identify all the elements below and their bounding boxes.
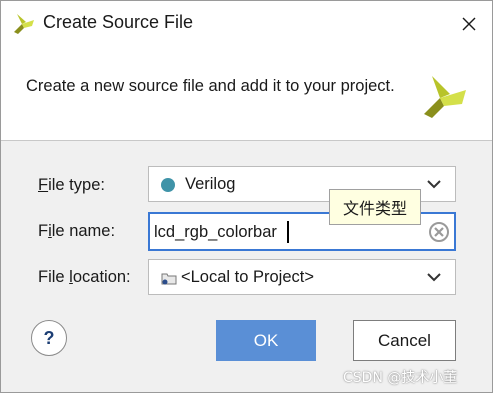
text-caret xyxy=(287,221,289,243)
file-name-label-text: le name: xyxy=(51,222,116,240)
file-location-label: File location: xyxy=(38,268,131,287)
file-name-value: lcd_rgb_colorbar xyxy=(154,223,277,241)
file-location-label-pre: File xyxy=(38,268,70,286)
window-title: Create Source File xyxy=(43,12,194,32)
clear-icon[interactable] xyxy=(428,221,450,243)
chevron-down-icon xyxy=(427,273,441,282)
cancel-button[interactable]: Cancel xyxy=(353,320,456,361)
vivado-logo-icon xyxy=(14,14,34,34)
file-name-label-pre: F xyxy=(38,222,49,240)
ok-button[interactable]: OK xyxy=(216,320,316,361)
file-type-tooltip: 文件类型 xyxy=(329,189,421,225)
file-location-value: <Local to Project> xyxy=(181,268,314,286)
file-type-label: File type: xyxy=(38,176,105,195)
file-type-label-text: ile type: xyxy=(48,176,105,194)
chevron-down-icon xyxy=(427,180,441,189)
folder-icon xyxy=(161,273,177,285)
close-button[interactable] xyxy=(446,1,492,46)
create-source-file-dialog: Create Source File Create a new source f… xyxy=(0,0,493,393)
verilog-dot-icon xyxy=(161,178,175,192)
help-button[interactable]: ? xyxy=(31,320,67,356)
file-location-label-text: ocation: xyxy=(72,268,131,286)
title-bar: Create Source File xyxy=(1,1,492,46)
watermark-text: CSDN @技术小董 xyxy=(343,370,458,386)
file-type-value: Verilog xyxy=(185,175,236,193)
vivado-logo-icon xyxy=(424,76,466,118)
file-type-label-mnemonic: F xyxy=(38,176,49,194)
file-location-select[interactable]: <Local to Project> xyxy=(148,259,456,295)
header-description: Create a new source file and add it to y… xyxy=(26,77,395,95)
close-icon xyxy=(462,17,476,30)
dialog-header: Create a new source file and add it to y… xyxy=(1,46,492,141)
file-name-label: File name: xyxy=(38,222,115,241)
